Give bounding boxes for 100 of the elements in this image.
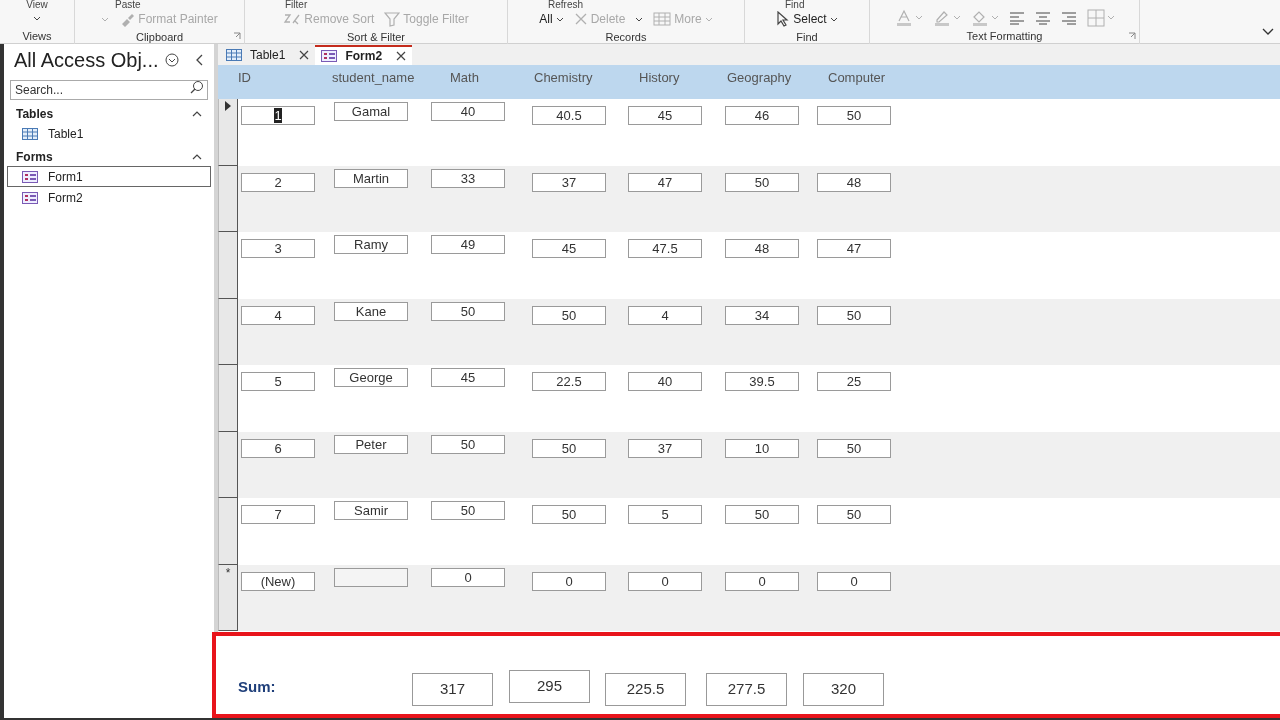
text-field[interactable]: 3 (241, 239, 315, 258)
ribbon-button[interactable]: All (539, 10, 564, 28)
text-field[interactable]: Martin (334, 168, 408, 188)
text-field[interactable]: 0 (725, 571, 799, 591)
text-field[interactable]: 50 (817, 305, 891, 325)
text-field[interactable]: 50 (817, 505, 891, 524)
text-field[interactable]: 10 (725, 438, 799, 458)
text-field[interactable]: 49 (431, 235, 505, 254)
font-color-icon (894, 8, 913, 27)
text-field[interactable]: 5 (241, 372, 315, 391)
column-label: ID (238, 70, 251, 85)
text-field[interactable]: 1 (241, 106, 315, 125)
text-field[interactable]: 25 (817, 372, 891, 391)
text-field[interactable]: 46 (725, 106, 799, 125)
text-field[interactable]: 47 (817, 239, 891, 258)
text-field[interactable]: 39.5 (725, 372, 799, 391)
group-header[interactable]: Tables (16, 104, 54, 123)
text-field[interactable]: 50 (817, 438, 891, 458)
record-selector[interactable]: * (218, 564, 238, 631)
text-field[interactable]: 37 (532, 172, 606, 192)
record-selector[interactable] (218, 99, 238, 166)
text-field[interactable]: 45 (431, 368, 505, 387)
sum-field[interactable]: 225.5 (605, 673, 686, 706)
nav-item[interactable]: Form1 (7, 166, 211, 187)
record-selector[interactable] (218, 431, 238, 498)
text-field[interactable]: 48 (817, 172, 891, 192)
ribbon-command-label[interactable]: Filter (285, 0, 308, 10)
sum-field[interactable]: 317 (412, 673, 493, 706)
column-label: History (639, 70, 680, 85)
align-center-icon (1034, 10, 1051, 25)
text-field[interactable]: Samir (334, 501, 408, 520)
text-field[interactable]: George (334, 368, 408, 387)
text-field[interactable]: 4 (628, 305, 702, 325)
text-field[interactable]: 40 (628, 372, 702, 391)
group-header[interactable]: Forms (16, 147, 53, 166)
text-field[interactable]: 37 (628, 438, 702, 458)
ribbon-command-label[interactable]: View (26, 0, 48, 10)
text-field[interactable]: 0 (431, 567, 505, 587)
text-field[interactable]: 0 (532, 571, 606, 591)
sum-label: Sum: (237, 676, 277, 697)
ribbon-command-label[interactable]: Find (785, 0, 805, 10)
record-selector[interactable] (218, 165, 238, 232)
sum-field[interactable]: 277.5 (706, 673, 787, 706)
caret-icon (952, 15, 961, 20)
column-label: Geography (727, 70, 792, 85)
ribbon-icon-button[interactable] (33, 15, 41, 21)
text-field[interactable]: 45 (628, 106, 702, 125)
text-field[interactable] (334, 567, 408, 587)
text-field[interactable]: Peter (334, 434, 408, 454)
text-field[interactable]: 50 (725, 172, 799, 192)
ribbon-button[interactable]: Select (776, 10, 838, 28)
text-field[interactable]: 4 (241, 305, 315, 325)
text-field[interactable]: 50 (532, 305, 606, 325)
text-field[interactable]: 50 (431, 434, 505, 454)
text-field[interactable]: 50 (532, 505, 606, 524)
text-field[interactable]: 7 (241, 505, 315, 524)
text-field[interactable]: (New) (241, 571, 315, 591)
text-field[interactable]: 0 (628, 571, 702, 591)
nav-item[interactable]: Form2 (7, 187, 211, 208)
ribbon-icon-button[interactable] (635, 16, 644, 22)
text-field[interactable]: 50 (817, 106, 891, 125)
collapse-ribbon-icon (1262, 28, 1274, 36)
new-record-marker: * (225, 566, 231, 582)
group-label: Clipboard (135, 30, 184, 45)
text-field[interactable]: 48 (725, 239, 799, 258)
text-field[interactable]: 50 (431, 301, 505, 321)
text-field[interactable]: 34 (725, 305, 799, 325)
text-field[interactable]: 5 (628, 505, 702, 524)
text-field[interactable]: 50 (725, 505, 799, 524)
text-field[interactable]: 22.5 (532, 372, 606, 391)
gridlines-icon (1086, 8, 1105, 27)
record-selector[interactable] (218, 298, 238, 365)
sum-field[interactable]: 320 (803, 673, 884, 706)
nav-item[interactable]: Table1 (7, 123, 211, 144)
text-field[interactable]: 33 (431, 168, 505, 188)
ribbon-command-label[interactable]: Paste (115, 0, 141, 10)
ribbon-command-label[interactable]: Refresh (548, 0, 583, 10)
text-field[interactable]: 0 (817, 571, 891, 591)
table-icon (22, 127, 38, 140)
caret-icon (555, 16, 564, 22)
text-field[interactable]: 50 (532, 438, 606, 458)
search-field[interactable]: Search... (10, 80, 208, 100)
record-selector[interactable] (218, 232, 238, 299)
record-selector[interactable] (218, 365, 238, 432)
text-field[interactable]: 47.5 (628, 239, 702, 258)
text-field[interactable]: Ramy (334, 235, 408, 254)
sum-field[interactable]: 295 (509, 670, 590, 703)
text-field[interactable]: Gamal (334, 102, 408, 121)
text-field[interactable]: 50 (431, 501, 505, 520)
text-field[interactable]: 40.5 (532, 106, 606, 125)
tab[interactable]: Form2 (315, 45, 413, 65)
text-field[interactable]: 45 (532, 239, 606, 258)
column-label: student_name (332, 70, 415, 85)
text-field[interactable]: 47 (628, 172, 702, 192)
record-selector[interactable] (218, 498, 238, 565)
text-field[interactable]: 6 (241, 438, 315, 458)
text-field[interactable]: Kane (334, 301, 408, 321)
text-field[interactable]: 40 (431, 102, 505, 121)
text-field[interactable]: 2 (241, 172, 315, 192)
close-icon (396, 51, 407, 61)
